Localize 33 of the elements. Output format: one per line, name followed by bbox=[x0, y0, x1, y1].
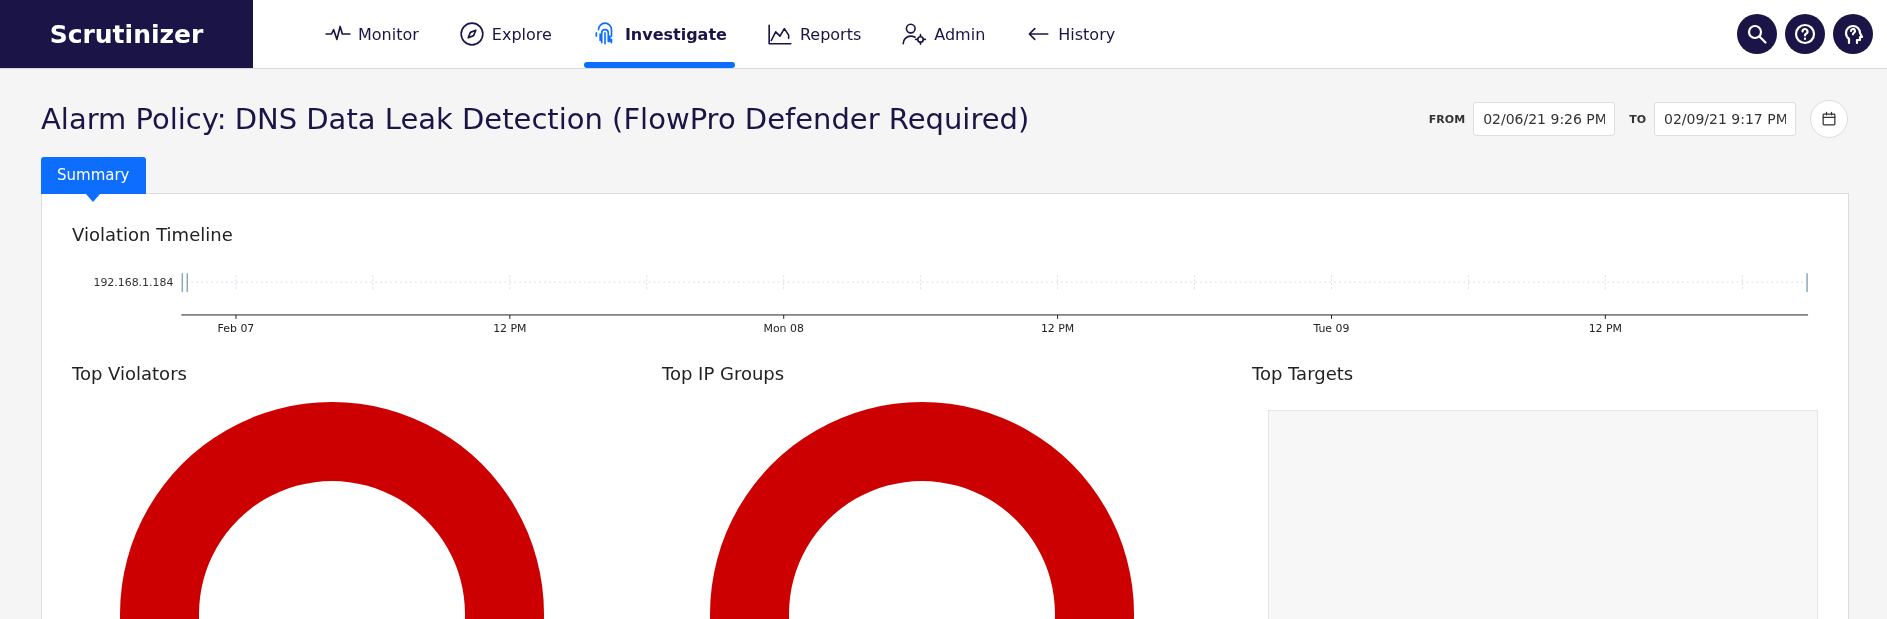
tick-label: Mon 08 bbox=[763, 321, 804, 335]
section-title: Violation Timeline bbox=[72, 224, 234, 245]
section-title: Top IP Groups bbox=[662, 363, 786, 384]
tick-label: 12 PM bbox=[1040, 321, 1075, 335]
page-title-prefix: Alarm Policy: bbox=[41, 102, 227, 136]
help-button[interactable] bbox=[1785, 14, 1825, 54]
from-date-field[interactable]: 02/06/21 9:26 PM bbox=[1473, 102, 1616, 136]
app-logo: Scrutinizer bbox=[0, 0, 253, 68]
calendar-button[interactable] bbox=[1810, 100, 1848, 138]
row-label: 192.168.1.184 bbox=[93, 276, 174, 290]
nav-tab[interactable]: History bbox=[1005, 0, 1136, 68]
section-title: Top Violators bbox=[72, 363, 188, 384]
page-title: DNS Data Leak Detection (FlowPro Defender Required) bbox=[234, 102, 1030, 136]
tick-label: 12 PM bbox=[1588, 321, 1623, 335]
tab[interactable]: Summary bbox=[41, 157, 146, 202]
nav-tab[interactable]: Admin bbox=[881, 0, 1006, 68]
nav-tab[interactable]: Explore bbox=[438, 0, 572, 68]
from-label: FROM bbox=[1428, 112, 1466, 126]
compass-icon bbox=[458, 21, 485, 47]
nav-tab[interactable]: Investigate bbox=[571, 0, 747, 68]
search-button[interactable] bbox=[1737, 14, 1777, 54]
nav-tab[interactable]: Monitor bbox=[305, 0, 439, 68]
nav-tab[interactable]: Reports bbox=[746, 0, 882, 68]
user-gear-icon bbox=[901, 21, 928, 47]
tick-label: Feb 07 bbox=[217, 321, 255, 335]
section-title: Top Targets bbox=[1252, 363, 1355, 384]
tick-label: 12 PM bbox=[493, 321, 527, 335]
to-label: TO bbox=[1629, 112, 1646, 126]
search-icon bbox=[1745, 22, 1769, 46]
head-button[interactable] bbox=[1833, 14, 1873, 54]
tick-label: Tue 09 bbox=[1313, 321, 1350, 335]
help-icon bbox=[1793, 22, 1817, 46]
to-date-field[interactable]: 02/09/21 9:17 PM bbox=[1654, 102, 1796, 136]
